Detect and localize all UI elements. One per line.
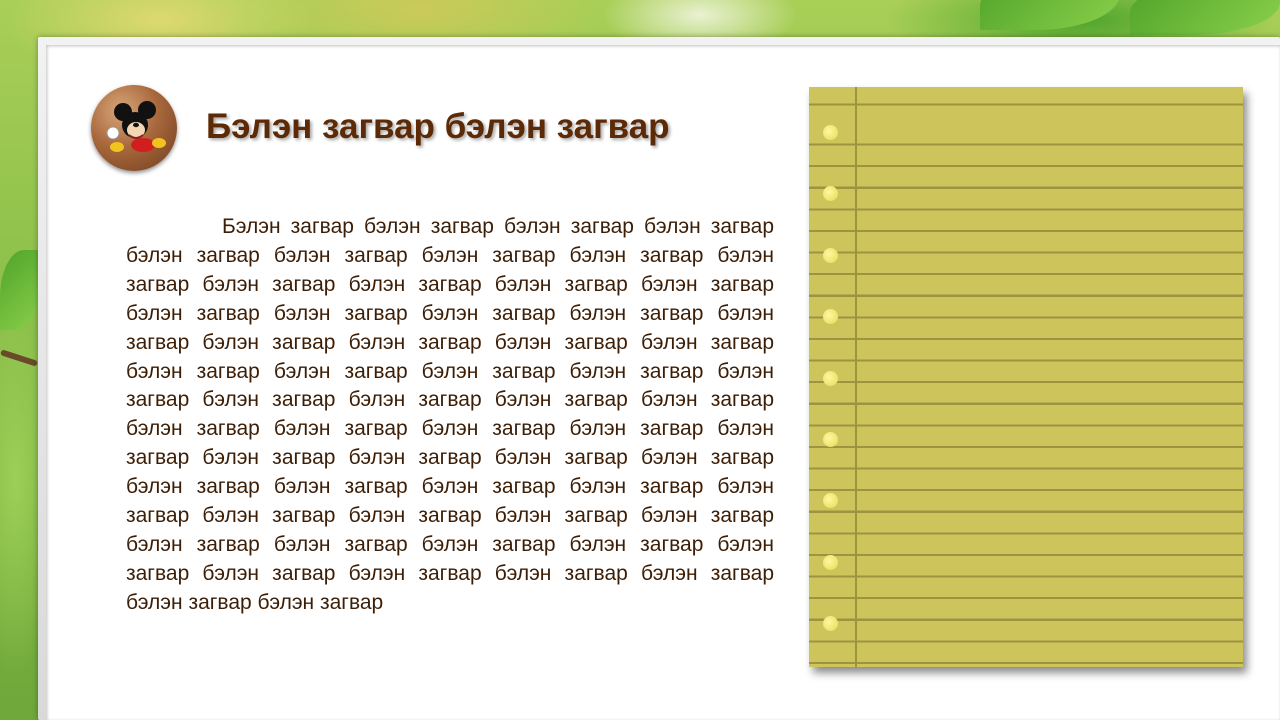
notepad-hole xyxy=(823,186,838,201)
mickey-mouse-icon xyxy=(91,85,177,171)
leaf-decoration xyxy=(0,250,40,330)
notepad-margin-line xyxy=(855,87,857,667)
notepad-hole xyxy=(823,371,838,386)
notepad-hole xyxy=(823,555,838,570)
notepad-hole xyxy=(823,616,838,631)
notepad-hole xyxy=(823,493,838,508)
slide-canvas: Бэлэн загвар бэлэн загвар Бэлэн загвар б… xyxy=(46,45,1280,720)
lined-notepad xyxy=(809,87,1243,667)
notepad-hole xyxy=(823,309,838,324)
slide-body-text: Бэлэн загвар бэлэн загвар бэлэн загвар б… xyxy=(126,215,774,614)
leaf-decoration xyxy=(1130,0,1280,35)
notepad-hole xyxy=(823,248,838,263)
leaf-decoration xyxy=(980,0,1120,30)
slide-frame: Бэлэн загвар бэлэн загвар Бэлэн загвар б… xyxy=(38,37,1280,720)
notepad-hole xyxy=(823,125,838,140)
notepad-hole xyxy=(823,432,838,447)
slide-title: Бэлэн загвар бэлэн загвар xyxy=(206,107,670,146)
branch-decoration xyxy=(0,349,38,367)
